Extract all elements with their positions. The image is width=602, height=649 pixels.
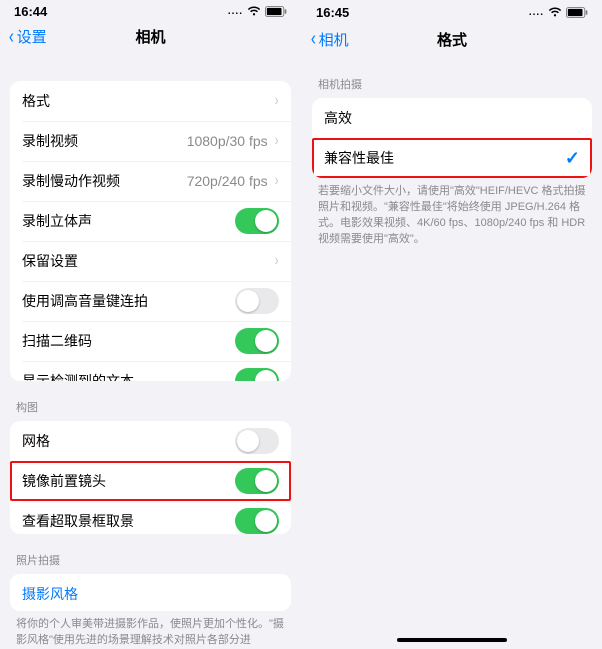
status-time: 16:45 [316, 5, 349, 20]
row-photo-styles[interactable]: 摄影风格 [10, 574, 291, 612]
nav-bar: ‹ 相机 格式 [302, 20, 602, 58]
group-formats: 高效兼容性最佳✓ [312, 98, 592, 178]
row-label: 录制视频 [22, 131, 187, 151]
row-grid[interactable]: 网格 [10, 421, 291, 461]
status-time: 16:44 [14, 4, 47, 19]
row-label: 保留设置 [22, 251, 274, 271]
row-stereo-sound[interactable]: 录制立体声 [10, 201, 291, 241]
status-bar: 16:44 .... [0, 0, 301, 19]
chevron-right-icon: › [274, 92, 278, 110]
row-label: 高效 [324, 108, 580, 128]
status-bar: 16:45 .... [302, 0, 602, 20]
formats-screen: 16:45 .... ‹ 相机 格式 相机拍摄 高效兼容性最佳✓ 若要缩小文件大… [301, 0, 602, 649]
chevron-right-icon: › [274, 172, 278, 190]
chevron-left-icon: ‹ [311, 29, 316, 49]
back-label: 设置 [17, 26, 47, 47]
switch-stereo-sound[interactable] [235, 208, 279, 234]
switch-scan-qr[interactable] [235, 328, 279, 354]
row-label: 网格 [22, 431, 235, 451]
wifi-icon [548, 7, 562, 18]
group-capture: 格式›录制视频1080p/30 fps›录制慢动作视频720p/240 fps›… [10, 81, 291, 381]
row-label: 查看超取景框取景 [22, 511, 235, 531]
signal-icon: .... [228, 6, 243, 17]
row-label: 扫描二维码 [22, 331, 235, 351]
switch-volume-burst[interactable] [235, 288, 279, 314]
switch-knob [255, 370, 277, 381]
row-scan-qr[interactable]: 扫描二维码 [10, 321, 291, 361]
row-label: 录制慢动作视频 [22, 171, 187, 191]
group-photo-capture: 摄影风格 [10, 574, 291, 612]
row-most-compat[interactable]: 兼容性最佳✓ [312, 138, 592, 178]
footer-photo-styles: 将你的个人审美带进摄影作品，使照片更加个性化。"摄影风格"使用先进的场景理解技术… [0, 611, 301, 649]
back-button[interactable]: ‹ 相机 [310, 29, 349, 50]
section-header-photo: 照片拍摄 [0, 534, 301, 574]
switch-detect-text[interactable] [235, 368, 279, 381]
row-label: 镜像前置镜头 [22, 471, 235, 491]
row-label: 摄影风格 [22, 584, 279, 604]
row-preserve[interactable]: 保留设置› [10, 241, 291, 281]
row-label: 显示检测到的文本 [22, 371, 235, 381]
row-label: 格式 [22, 91, 274, 111]
row-label: 兼容性最佳 [324, 148, 565, 168]
battery-icon [265, 6, 287, 17]
row-detail: 1080p/30 fps [187, 133, 268, 149]
group-composition: 网格镜像前置镜头查看超取景框取景 [10, 421, 291, 534]
battery-icon [566, 7, 588, 18]
row-format[interactable]: 格式› [10, 81, 291, 121]
row-high-eff[interactable]: 高效 [312, 98, 592, 138]
switch-mirror-front[interactable] [235, 468, 279, 494]
footer-formats: 若要缩小文件大小，请使用"高效"HEIF/HEVC 格式拍摄照片和视频。"兼容性… [302, 178, 602, 248]
section-header-composition: 构图 [0, 381, 301, 421]
row-view-outside[interactable]: 查看超取景框取景 [10, 501, 291, 534]
home-indicator[interactable] [397, 638, 507, 642]
row-mirror-front[interactable]: 镜像前置镜头 [10, 461, 291, 501]
row-record-video[interactable]: 录制视频1080p/30 fps › [10, 121, 291, 161]
row-label: 录制立体声 [22, 211, 235, 231]
chevron-right-icon: › [274, 252, 278, 270]
switch-knob [255, 470, 277, 492]
switch-knob [255, 510, 277, 532]
row-record-slomo[interactable]: 录制慢动作视频720p/240 fps › [10, 161, 291, 201]
row-detect-text[interactable]: 显示检测到的文本 [10, 361, 291, 381]
wifi-icon [247, 6, 261, 17]
row-detail: 720p/240 fps [187, 173, 268, 189]
camera-settings-screen: 16:44 .... ‹ 设置 相机 格式›录制视频1080p/30 fps›录… [0, 0, 301, 649]
switch-view-outside[interactable] [235, 508, 279, 534]
nav-bar: ‹ 设置 相机 [0, 19, 301, 55]
signal-icon: .... [529, 7, 544, 18]
switch-grid[interactable] [235, 428, 279, 454]
checkmark-icon: ✓ [565, 148, 580, 169]
switch-knob [255, 330, 277, 352]
back-button[interactable]: ‹ 设置 [8, 26, 47, 47]
switch-knob [255, 210, 277, 232]
row-volume-burst[interactable]: 使用调高音量键连拍 [10, 281, 291, 321]
switch-knob [237, 430, 259, 452]
chevron-left-icon: ‹ [9, 27, 14, 47]
chevron-right-icon: › [274, 132, 278, 150]
row-label: 使用调高音量键连拍 [22, 291, 235, 311]
back-label: 相机 [319, 29, 349, 50]
switch-knob [237, 290, 259, 312]
section-header-camera-capture: 相机拍摄 [302, 58, 602, 98]
